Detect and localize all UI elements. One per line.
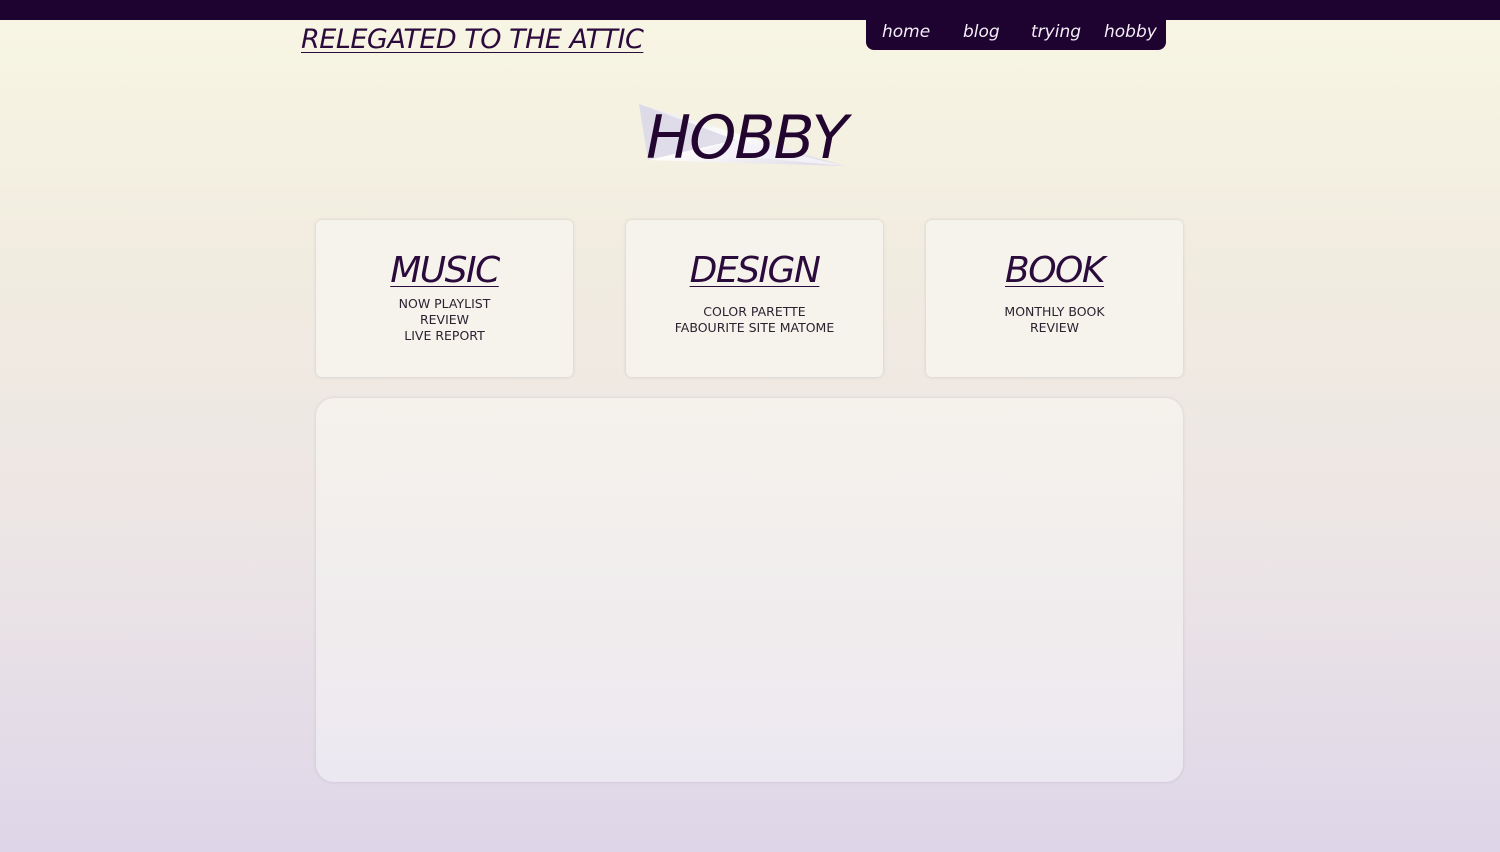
music-title-link[interactable]: MUSIC bbox=[390, 250, 500, 292]
page-heading-block: HOBBY bbox=[636, 100, 851, 173]
book-review-link[interactable]: REVIEW bbox=[926, 320, 1183, 336]
live-report-link[interactable]: LIVE REPORT bbox=[316, 328, 573, 344]
design-title-link[interactable]: DESIGN bbox=[690, 250, 821, 292]
nav-item-hobby[interactable]: hobby bbox=[1104, 22, 1157, 42]
book-card: BOOK MONTHLY BOOK REVIEW bbox=[926, 220, 1183, 377]
book-link-list: MONTHLY BOOK REVIEW bbox=[926, 304, 1183, 336]
color-parette-link[interactable]: COLOR PARETTE bbox=[626, 304, 883, 320]
nav-item-home[interactable]: home bbox=[882, 22, 930, 42]
nav-item-blog[interactable]: blog bbox=[963, 22, 1000, 42]
page-title: HOBBY bbox=[646, 103, 848, 173]
music-link-list: NOW PLAYLIST REVIEW LIVE REPORT bbox=[316, 296, 573, 344]
design-card: DESIGN COLOR PARETTE FABOURITE SITE MATO… bbox=[626, 220, 883, 377]
fabourite-site-matome-link[interactable]: FABOURITE SITE MATOME bbox=[626, 320, 883, 336]
main-nav: home blog trying hobby bbox=[866, 0, 1166, 50]
monthly-book-link[interactable]: MONTHLY BOOK bbox=[926, 304, 1183, 320]
top-bar bbox=[0, 0, 1500, 20]
design-link-list: COLOR PARETTE FABOURITE SITE MATOME bbox=[626, 304, 883, 336]
content-panel bbox=[316, 398, 1183, 782]
nav-item-trying[interactable]: trying bbox=[1031, 22, 1081, 42]
music-review-link[interactable]: REVIEW bbox=[316, 312, 573, 328]
site-title-link[interactable]: RELEGATED TO THE ATTIC bbox=[301, 20, 644, 60]
now-playlist-link[interactable]: NOW PLAYLIST bbox=[316, 296, 573, 312]
music-card: MUSIC NOW PLAYLIST REVIEW LIVE REPORT bbox=[316, 220, 573, 377]
book-title-link[interactable]: BOOK bbox=[1005, 250, 1105, 292]
